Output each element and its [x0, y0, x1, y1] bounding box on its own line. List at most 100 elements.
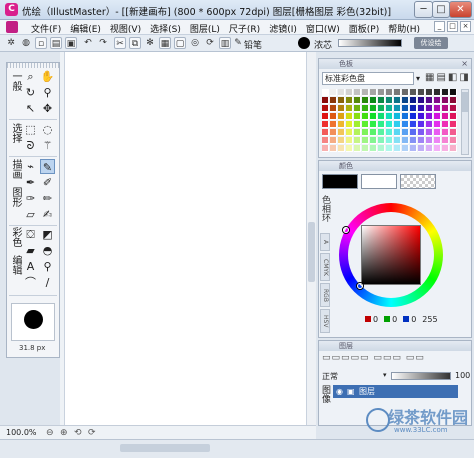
swatch-cell[interactable]	[450, 121, 457, 128]
save-icon[interactable]: ▣	[65, 37, 77, 49]
swatch-cell[interactable]	[354, 97, 361, 104]
swatch-cell[interactable]	[402, 145, 409, 152]
swatch-cell[interactable]	[370, 89, 377, 96]
paste-icon[interactable]: ✻	[144, 37, 156, 49]
rotate-tool-icon[interactable]: ↻	[23, 85, 38, 100]
swatch-cell[interactable]	[322, 113, 329, 120]
swatch-cell[interactable]	[394, 97, 401, 104]
brush-color-dot[interactable]	[298, 37, 310, 49]
swatch-cell[interactable]	[354, 89, 361, 96]
swatch-cell[interactable]	[378, 137, 385, 144]
swatch-cell[interactable]	[338, 97, 345, 104]
swatch-cell[interactable]	[426, 137, 433, 144]
swatch-cell[interactable]	[322, 89, 329, 96]
swatch-cell[interactable]	[426, 129, 433, 136]
chevron-down-icon[interactable]: ▾	[383, 371, 387, 379]
brush-tip-icon[interactable]: ◍	[20, 37, 32, 49]
swatch-cell[interactable]	[330, 145, 337, 152]
swatch-cell[interactable]	[442, 105, 449, 112]
hand-tool-icon[interactable]: ✋	[40, 69, 55, 84]
swatch-cell[interactable]	[338, 145, 345, 152]
swatch-cell[interactable]	[346, 121, 353, 128]
swatch-cell[interactable]	[418, 113, 425, 120]
rotate-icon[interactable]: ⟳	[204, 37, 216, 49]
swatch-cell[interactable]	[426, 121, 433, 128]
blur-icon[interactable]: ✍	[40, 207, 55, 222]
swatch-scroll-thumb[interactable]	[462, 92, 468, 112]
swatch-cell[interactable]	[402, 129, 409, 136]
alpha-value[interactable]: 255	[422, 315, 437, 324]
swatch-cell[interactable]	[418, 121, 425, 128]
magic-wand-icon[interactable]: ⚚	[40, 138, 55, 153]
swatch-cell[interactable]	[330, 113, 337, 120]
swatch-cell[interactable]	[346, 137, 353, 144]
swatch-cell[interactable]	[434, 89, 441, 96]
search-icon[interactable]: ⚲	[40, 259, 55, 274]
eraser-icon[interactable]: ▱	[23, 207, 38, 222]
blend-mode-select[interactable]: 正常	[322, 371, 338, 382]
swatch-cell[interactable]	[450, 145, 457, 152]
swatch-cell[interactable]	[370, 113, 377, 120]
swatch-cell[interactable]	[410, 97, 417, 104]
swatch-cell[interactable]	[354, 121, 361, 128]
doc-close-button[interactable]: ×	[460, 21, 471, 32]
swatch-cell[interactable]	[442, 129, 449, 136]
menu-edit[interactable]: 编辑(E)	[67, 22, 104, 35]
line-tool-icon[interactable]: ∕	[40, 275, 55, 290]
swatch-cell[interactable]	[362, 137, 369, 144]
swatch-cell[interactable]	[338, 121, 345, 128]
swatch-cell[interactable]	[402, 97, 409, 104]
menu-panel[interactable]: 面板(P)	[346, 22, 382, 35]
swatch-cell[interactable]	[394, 145, 401, 152]
minimize-button[interactable]: ─	[414, 1, 433, 18]
swatch-cell[interactable]	[322, 129, 329, 136]
swatch-cell[interactable]	[354, 105, 361, 112]
zoom-level[interactable]: 100.0%	[6, 428, 37, 437]
swatch-cell[interactable]	[362, 89, 369, 96]
swatch-cell[interactable]	[370, 121, 377, 128]
arrow-tool-icon[interactable]: ↖	[23, 101, 38, 116]
zoom-tool-icon[interactable]: ⌕	[23, 69, 38, 84]
swatch-cell[interactable]	[322, 121, 329, 128]
swatch-cell[interactable]	[434, 105, 441, 112]
swatch-cell[interactable]	[378, 105, 385, 112]
marker-icon[interactable]: ✑	[23, 191, 38, 206]
swatch-cell[interactable]	[370, 105, 377, 112]
pen-icon[interactable]: ✒	[23, 175, 38, 190]
swatch-cell[interactable]	[370, 129, 377, 136]
swatch-panel-header[interactable]: 色板 ×	[319, 59, 471, 69]
gradient-icon[interactable]: ▰	[23, 243, 38, 258]
blue-value[interactable]: 0	[411, 315, 416, 324]
swatch-cell[interactable]	[330, 89, 337, 96]
vertical-scrollbar[interactable]	[306, 52, 316, 425]
swatch-cell[interactable]	[338, 129, 345, 136]
swatch-cell[interactable]	[338, 137, 345, 144]
swatch-cell[interactable]	[434, 145, 441, 152]
panel-grip[interactable]	[7, 63, 59, 68]
transparent-color[interactable]	[400, 174, 436, 189]
swatch-cell[interactable]	[426, 105, 433, 112]
menu-filter[interactable]: 滤镜(I)	[266, 22, 300, 35]
red-value[interactable]: 0	[373, 315, 378, 324]
ellipse-select-icon[interactable]: ◌	[40, 122, 55, 137]
lock-icon[interactable]: ▣	[347, 385, 355, 398]
tab-rgb[interactable]: RGB	[320, 283, 330, 307]
swatch-cell[interactable]	[402, 137, 409, 144]
swatch-cell[interactable]	[418, 137, 425, 144]
swatch-cell[interactable]	[346, 105, 353, 112]
zoom-out-icon[interactable]: ⊖	[46, 428, 54, 438]
opacity-value[interactable]: 100	[455, 371, 470, 380]
swatch-cell[interactable]	[418, 145, 425, 152]
tab-alpha[interactable]: A	[320, 233, 330, 251]
layer-panel-header[interactable]: 图层	[319, 341, 471, 351]
undo-icon[interactable]: ↶	[82, 37, 94, 49]
swatch-cell[interactable]	[442, 89, 449, 96]
density-slider[interactable]	[338, 39, 402, 47]
swatch-cell[interactable]	[434, 129, 441, 136]
swatch-cell[interactable]	[402, 113, 409, 120]
close-icon[interactable]: ×	[461, 59, 468, 69]
menu-window[interactable]: 窗口(W)	[303, 22, 343, 35]
swatch-cell[interactable]	[418, 97, 425, 104]
swatch-cell[interactable]	[378, 113, 385, 120]
swatch-cell[interactable]	[442, 137, 449, 144]
